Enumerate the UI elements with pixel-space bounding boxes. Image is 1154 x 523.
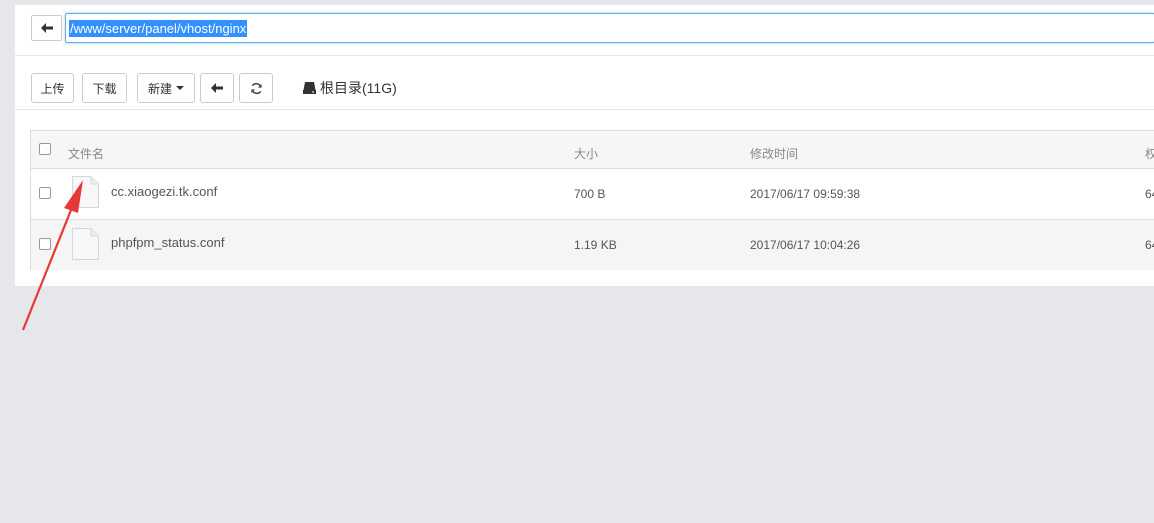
file-mtime: 2017/06/17 10:04:26 xyxy=(750,238,861,252)
root-dir-label: 根目录(11G) xyxy=(320,80,397,96)
root-dir-link[interactable]: 根目录(11G) xyxy=(303,79,397,97)
download-button-label: 下载 xyxy=(92,81,117,96)
refresh-button[interactable] xyxy=(239,73,273,103)
column-header-name[interactable]: 文件名 xyxy=(68,145,104,162)
file-perm: 64 xyxy=(1145,187,1154,201)
table-header: 文件名 大小 修改时间 权 xyxy=(31,131,1154,169)
arrow-left-icon xyxy=(40,23,53,33)
row-checkbox[interactable] xyxy=(39,187,51,199)
select-all-checkbox[interactable] xyxy=(39,143,51,155)
upload-button[interactable]: 上传 xyxy=(31,73,74,103)
file-perm: 64 xyxy=(1145,238,1154,252)
file-icon xyxy=(72,176,99,208)
path-back-button[interactable] xyxy=(31,15,62,41)
file-mtime: 2017/06/17 09:59:38 xyxy=(750,187,861,201)
download-button[interactable]: 下载 xyxy=(82,73,127,103)
path-text: /www/server/panel/vhost/nginx xyxy=(69,19,248,37)
new-button-label: 新建 xyxy=(147,81,172,96)
back-button[interactable] xyxy=(200,73,234,103)
file-name[interactable]: cc.xiaogezi.tk.conf xyxy=(111,184,217,199)
column-header-mtime[interactable]: 修改时间 xyxy=(750,145,798,162)
table-row[interactable]: cc.xiaogezi.tk.conf 700 B 2017/06/17 09:… xyxy=(31,169,1154,220)
refresh-icon xyxy=(250,82,262,94)
file-size: 700 B xyxy=(574,187,606,201)
divider xyxy=(15,109,1154,110)
column-header-size[interactable]: 大小 xyxy=(574,145,598,162)
hdd-icon xyxy=(303,82,316,94)
divider xyxy=(15,55,1154,56)
row-checkbox[interactable] xyxy=(39,238,51,250)
path-input[interactable]: /www/server/panel/vhost/nginx xyxy=(65,13,1154,43)
table-row[interactable]: phpfpm_status.conf 1.19 KB 2017/06/17 10… xyxy=(31,220,1154,270)
path-bar: /www/server/panel/vhost/nginx xyxy=(15,13,1154,43)
file-name[interactable]: phpfpm_status.conf xyxy=(111,235,224,250)
file-icon xyxy=(72,228,99,260)
file-table: 文件名 大小 修改时间 权 cc.xiaogezi.tk.conf 700 B … xyxy=(30,130,1154,270)
arrow-left-icon xyxy=(211,83,223,93)
column-header-perm[interactable]: 权 xyxy=(1145,145,1154,162)
new-dropdown-button[interactable]: 新建 xyxy=(137,73,195,103)
file-size: 1.19 KB xyxy=(574,238,617,252)
caret-down-icon xyxy=(176,86,184,90)
upload-button-label: 上传 xyxy=(40,81,65,96)
